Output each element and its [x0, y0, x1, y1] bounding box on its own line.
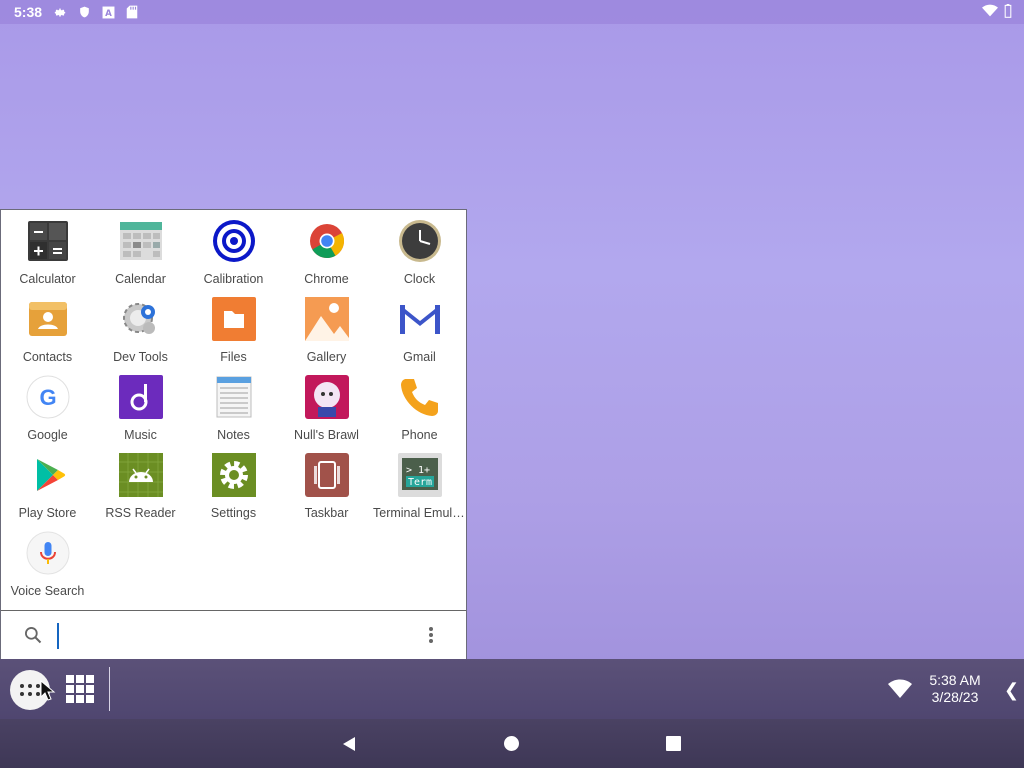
drawer-search-bar — [1, 610, 466, 659]
app-voice-search[interactable]: Voice Search — [1, 522, 94, 600]
status-time: 5:38 — [14, 4, 43, 20]
app-label: Chrome — [304, 272, 349, 286]
app-label: Calendar — [115, 272, 166, 286]
calibration-icon — [211, 218, 257, 264]
svg-text:Term: Term — [408, 477, 432, 488]
clock-icon — [397, 218, 443, 264]
terminal-icon: > 1+ Term — [397, 452, 443, 498]
app-label: Calculator — [19, 272, 76, 286]
app-label: Dev Tools — [113, 350, 168, 364]
gallery-icon — [304, 296, 350, 342]
app-label: Files — [220, 350, 247, 364]
svg-text:G: G — [39, 385, 56, 410]
app-nulls-brawl[interactable]: Null's Brawl — [280, 366, 373, 444]
app-dev-tools[interactable]: Dev Tools — [94, 288, 187, 366]
a-letter-icon: A — [100, 4, 116, 20]
back-button[interactable] — [341, 736, 357, 757]
app-label: Google — [27, 428, 68, 442]
app-contacts[interactable]: Contacts — [1, 288, 94, 366]
more-options-icon[interactable] — [421, 625, 441, 650]
files-icon — [211, 296, 257, 342]
app-label: Null's Brawl — [294, 428, 359, 442]
app-drawer: Calculator Calendar Calibration Chrome C… — [0, 209, 467, 659]
home-button[interactable] — [504, 736, 519, 751]
wifi-icon[interactable] — [888, 679, 912, 704]
shield-icon — [76, 4, 92, 20]
calendar-icon — [118, 218, 164, 264]
app-label: Phone — [401, 428, 438, 442]
app-calendar[interactable]: Calendar — [94, 210, 187, 288]
app-label: Notes — [217, 428, 250, 442]
app-clock[interactable]: Clock — [373, 210, 466, 288]
mouse-cursor-icon — [40, 679, 56, 707]
app-gmail[interactable]: Gmail — [373, 288, 466, 366]
app-play-store[interactable]: Play Store — [1, 444, 94, 522]
app-grid-button[interactable] — [66, 675, 94, 708]
app-label: Gmail — [403, 350, 436, 364]
app-rss-reader[interactable]: RSS Reader — [94, 444, 187, 522]
app-label: Gallery — [306, 350, 347, 364]
app-notes[interactable]: Notes — [187, 366, 280, 444]
taskbar-icon — [304, 452, 350, 498]
nulls-brawl-icon — [304, 374, 350, 420]
app-phone[interactable]: Phone — [373, 366, 466, 444]
svg-text:> 1+: > 1+ — [406, 465, 430, 476]
calculator-icon — [25, 218, 71, 264]
app-label: Play Store — [18, 506, 77, 520]
rss-reader-icon — [118, 452, 164, 498]
app-calibration[interactable]: Calibration — [187, 210, 280, 288]
clock-date: 3/28/23 — [931, 689, 979, 705]
app-label: Taskbar — [304, 506, 349, 520]
app-terminal-emulator[interactable]: > 1+ Term Terminal Emulator — [373, 444, 466, 522]
wifi-icon — [982, 4, 998, 21]
app-chrome[interactable]: Chrome — [280, 210, 373, 288]
svg-text:A: A — [105, 8, 112, 18]
app-settings[interactable]: Settings — [187, 444, 280, 522]
gear-icon — [52, 4, 68, 20]
taskbar-divider — [109, 667, 110, 711]
app-calculator[interactable]: Calculator — [1, 210, 94, 288]
dev-tools-icon — [118, 296, 164, 342]
app-label: Clock — [403, 272, 436, 286]
phone-icon — [397, 374, 443, 420]
navigation-bar — [0, 719, 1024, 768]
app-label: Terminal Emulator — [373, 506, 466, 520]
notes-icon — [211, 374, 257, 420]
taskbar: 5:38 AM 3/28/23 ❮ — [0, 659, 1024, 719]
settings-icon — [211, 452, 257, 498]
app-gallery[interactable]: Gallery — [280, 288, 373, 366]
app-files[interactable]: Files — [187, 288, 280, 366]
search-input[interactable] — [57, 623, 403, 649]
battery-icon — [1004, 4, 1012, 21]
app-label: Calibration — [203, 272, 264, 286]
chrome-icon — [304, 218, 350, 264]
sdcard-icon — [124, 4, 140, 20]
app-music[interactable]: Music — [94, 366, 187, 444]
app-label: Contacts — [22, 350, 73, 364]
app-google[interactable]: G Google — [1, 366, 94, 444]
app-label: Music — [124, 428, 157, 442]
play-store-icon — [25, 452, 71, 498]
recents-button[interactable] — [666, 736, 681, 751]
status-bar: 5:38 A — [0, 0, 1024, 24]
taskbar-clock[interactable]: 5:38 AM 3/28/23 — [924, 672, 986, 706]
contacts-icon — [25, 296, 71, 342]
clock-time: 5:38 AM — [929, 672, 981, 688]
gmail-icon — [397, 296, 443, 342]
voice-search-icon — [25, 530, 71, 576]
app-taskbar[interactable]: Taskbar — [280, 444, 373, 522]
app-label: RSS Reader — [105, 506, 176, 520]
app-label: Voice Search — [10, 584, 85, 598]
music-icon — [118, 374, 164, 420]
search-icon — [23, 625, 43, 650]
google-icon: G — [25, 374, 71, 420]
chevron-left-icon[interactable]: ❮ — [1004, 680, 1019, 701]
app-label: Settings — [210, 506, 257, 520]
